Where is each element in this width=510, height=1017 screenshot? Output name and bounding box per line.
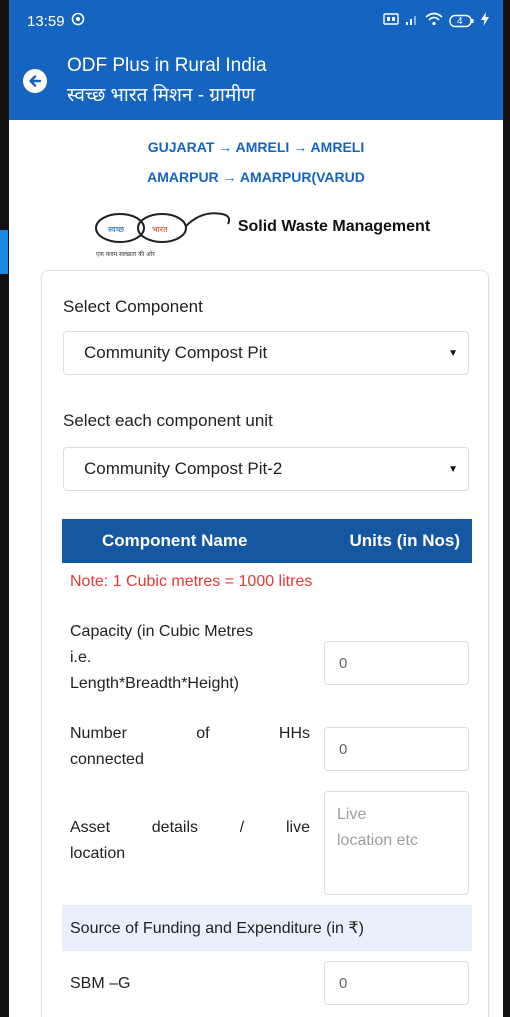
wifi-icon xyxy=(425,12,443,30)
battery-icon: 4 xyxy=(449,14,475,28)
capacity-label-line-2: i.e. xyxy=(70,649,92,666)
asset-label-line-1: Asset details / live xyxy=(70,819,310,836)
asset-placeholder-line-2: location etc xyxy=(337,832,418,849)
logo-word-2: भारत xyxy=(152,225,168,234)
households-label-line-2: connected xyxy=(70,751,144,768)
status-time: 13:59 xyxy=(27,12,65,30)
households-label-line-1: Number of HHs xyxy=(70,725,310,742)
select-unit-label: Select each component unit xyxy=(63,411,273,430)
status-bar: 13:59 4 xyxy=(9,0,503,42)
capacity-label-line-3: Length*Breadth*Height) xyxy=(70,675,240,692)
sbm-input[interactable]: 0 xyxy=(324,961,469,1005)
capacity-input[interactable]: 0 xyxy=(324,641,469,685)
header-component-name: Component Name xyxy=(102,531,248,550)
form-card: Select Component Community Compost Pit ▼… xyxy=(41,270,489,1017)
capacity-label-line-1: Capacity (in Cubic Metres xyxy=(70,623,254,640)
caret-down-icon: ▼ xyxy=(448,347,458,359)
unit-select-value: Community Compost Pit-2 xyxy=(84,459,283,478)
device-frame-left xyxy=(0,0,9,1017)
status-right: 4 xyxy=(383,12,489,30)
app-title: ODF Plus in Rural India xyxy=(67,55,267,76)
caret-down-icon: ▼ xyxy=(448,463,458,475)
logo-row: स्वच्छ भारत एक कदम स्वच्छता की ओर Solid … xyxy=(9,204,503,260)
funding-section-header: Source of Funding and Expenditure (in ₹) xyxy=(62,905,472,951)
note-text: Note: 1 Cubic metres = 1000 litres xyxy=(70,573,313,590)
logo-tagline: एक कदम स्वच्छता की ओर xyxy=(96,250,155,258)
signal-icon xyxy=(405,12,419,30)
arrow-left-icon xyxy=(29,75,42,87)
breadcrumb-line-1: GUJARAT → AMRELI → AMRELI xyxy=(147,139,365,155)
battery-level: 4 xyxy=(457,15,463,27)
breadcrumb: GUJARAT → AMRELI → AMRELI AMARPUR → AMAR… xyxy=(9,132,503,192)
sbm-label: SBM –G xyxy=(70,975,131,992)
app-bar: ODF Plus in Rural India स्वच्छ भारत मिशन… xyxy=(9,42,503,120)
asset-label: Asset details / live location xyxy=(70,815,310,867)
asset-placeholder-line-1: Live xyxy=(337,806,367,823)
component-select-value: Community Compost Pit xyxy=(84,343,268,362)
side-accent-mark xyxy=(0,230,8,274)
households-input[interactable]: 0 xyxy=(324,727,469,771)
charging-icon xyxy=(481,12,489,30)
unit-select[interactable]: Community Compost Pit-2 ▼ xyxy=(63,447,469,491)
device-frame-right xyxy=(503,0,510,1017)
component-select[interactable]: Community Compost Pit ▼ xyxy=(63,331,469,375)
screen: 13:59 4 ODF Plus in Rural India स्वच्छ भ… xyxy=(9,0,503,1017)
select-component-label: Select Component xyxy=(63,297,203,316)
status-left: 13:59 xyxy=(27,12,85,30)
table-header: Component Name Units (in Nos) xyxy=(62,519,472,563)
logo-word-1: स्वच्छ xyxy=(108,225,125,234)
swachh-bharat-logo: स्वच्छ भारत एक कदम स्वच्छता की ओर xyxy=(82,204,242,260)
asset-location-textarea[interactable]: Live location etc xyxy=(324,791,469,895)
households-label: Number of HHs connected xyxy=(70,721,310,773)
asset-label-line-2: location xyxy=(70,845,126,862)
hotspot-icon xyxy=(71,12,85,30)
app-subtitle: स्वच्छ भारत मिशन - ग्रामीण xyxy=(67,85,255,106)
header-units: Units (in Nos) xyxy=(349,531,461,550)
data-icon xyxy=(383,12,399,30)
section-title: Solid Waste Management xyxy=(237,218,431,235)
capacity-label: Capacity (in Cubic Metres i.e. Length*Br… xyxy=(70,619,310,697)
breadcrumb-line-2: AMARPUR → AMARPUR(VARUD xyxy=(147,169,365,185)
back-button[interactable] xyxy=(23,69,47,93)
app-titles: ODF Plus in Rural India स्वच्छ भारत मिशन… xyxy=(67,55,267,107)
